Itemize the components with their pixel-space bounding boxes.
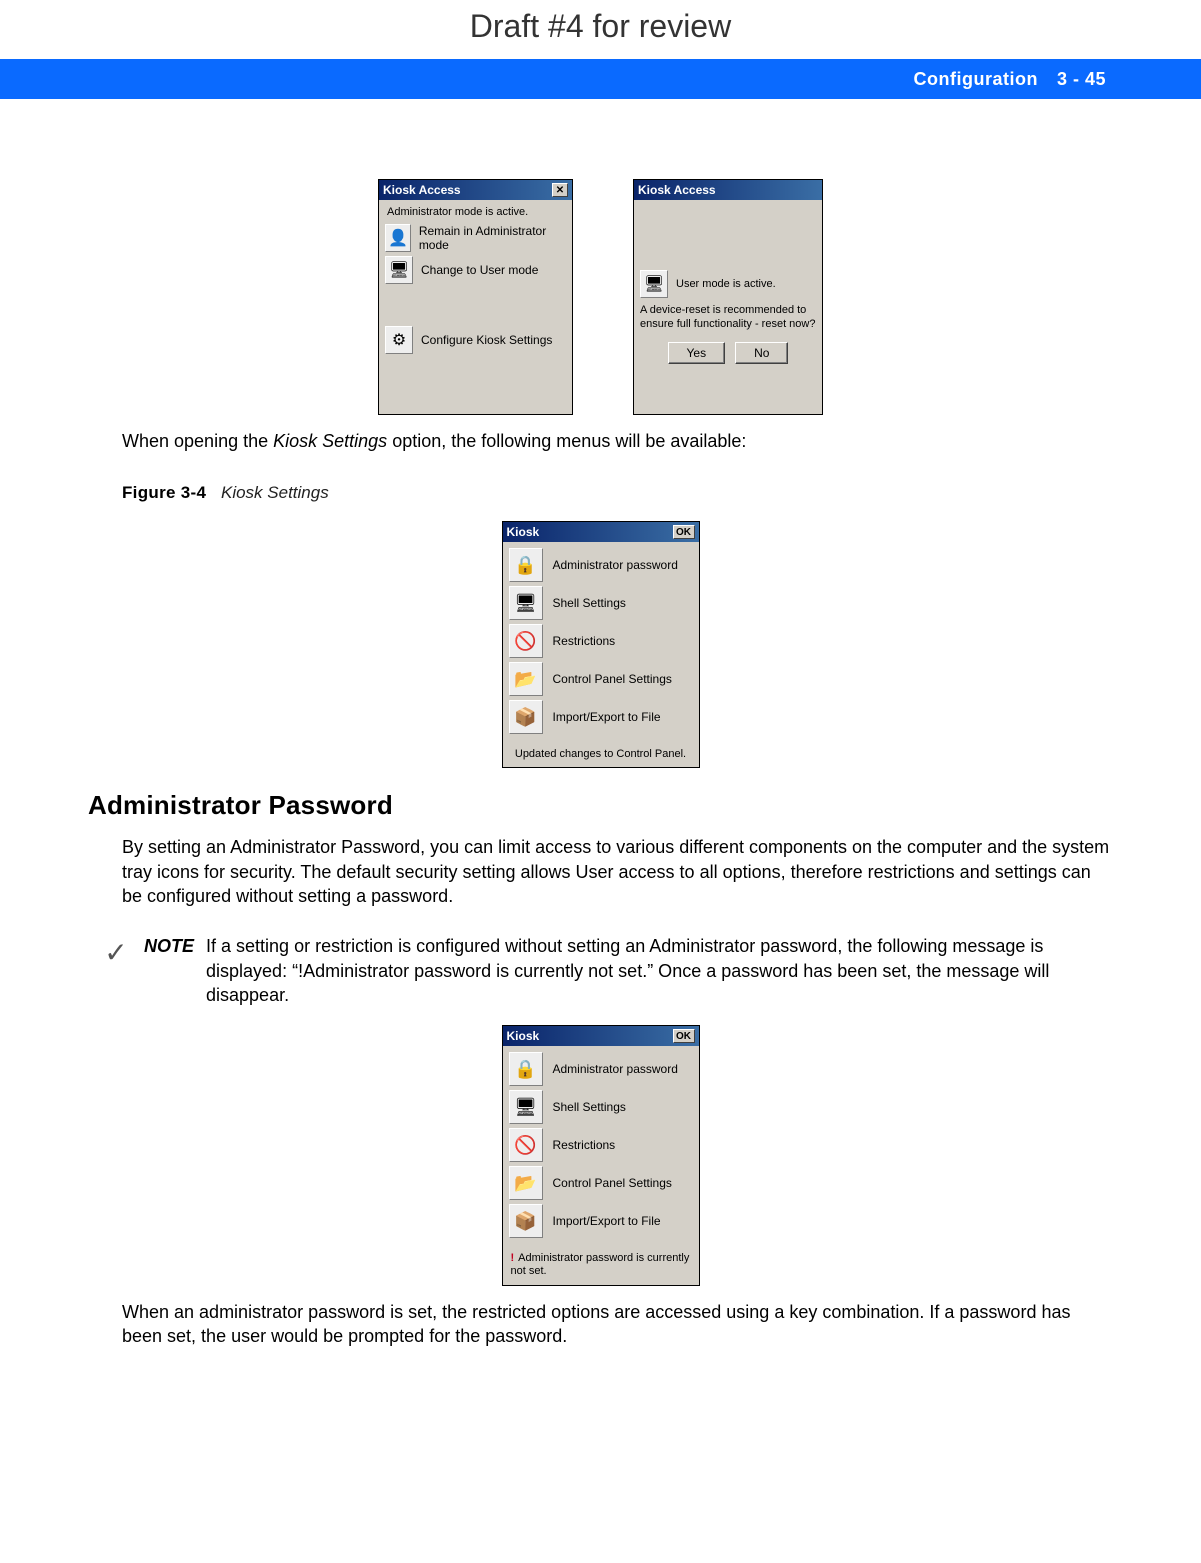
kiosk-settings-menu-warning: Kiosk OK 🔒 Administrator password 🖥 Shel… [502, 1025, 700, 1285]
ok-button[interactable]: OK [673, 1029, 695, 1043]
closing-paragraph: When an administrator password is set, t… [122, 1300, 1113, 1349]
header-page-number: 3 - 45 [1057, 69, 1106, 89]
dialog-message: A device-reset is recommended to ensure … [640, 304, 816, 332]
menu-item-admin-password[interactable]: 🔒 Administrator password [509, 1050, 693, 1088]
menu-item-label: Shell Settings [553, 596, 626, 610]
menu-item-label: Restrictions [553, 634, 616, 648]
gear-icon: ⚙ [385, 326, 413, 354]
dialog-title: Kiosk Access [383, 183, 461, 197]
kiosk-icon: 🖥 [385, 256, 413, 284]
section-paragraph: By setting an Administrator Password, yo… [122, 835, 1113, 908]
note-text: If a setting or restriction is configure… [206, 934, 1113, 1007]
option-remain-admin[interactable]: 👤 Remain in Administrator mode [385, 224, 566, 252]
menu-item-label: Administrator password [553, 1062, 678, 1076]
figure-title: Kiosk Settings [221, 483, 329, 502]
kiosk-settings-menu: Kiosk OK 🔒 Administrator password 🖥 Shel… [502, 521, 700, 768]
dialog-title: Kiosk [507, 1029, 540, 1043]
status-footer: Updated changes to Control Panel. [503, 744, 699, 767]
intro-paragraph: When opening the Kiosk Settings option, … [122, 429, 1113, 453]
header-section: Configuration [914, 69, 1038, 89]
user-mode-status-row: 🖥 User mode is active. [640, 270, 816, 298]
page-header-text: Configuration 3 - 45 [914, 69, 1106, 90]
menu-item-label: Control Panel Settings [553, 672, 672, 686]
menu-item-label: Restrictions [553, 1138, 616, 1152]
menu-item-label: Administrator password [553, 558, 678, 572]
menu-item-admin-password[interactable]: 🔒 Administrator password [509, 546, 693, 584]
kiosk-access-admin-dialog: Kiosk Access ✕ Administrator mode is act… [378, 179, 573, 415]
section-heading: Administrator Password [88, 790, 1113, 821]
menu-item-restrictions[interactable]: 🚫 Restrictions [509, 622, 693, 660]
dialog-titlebar: Kiosk OK [503, 1026, 699, 1046]
import-export-icon: 📦 [509, 1204, 543, 1238]
menu-item-label: Import/Export to File [553, 710, 661, 724]
text-run: option, the following menus will be avai… [387, 431, 746, 451]
folder-icon: 📂 [509, 662, 543, 696]
menu-item-shell-settings[interactable]: 🖥 Shell Settings [509, 584, 693, 622]
person-icon: 👤 [385, 224, 411, 252]
no-button[interactable]: No [735, 342, 788, 364]
menu-item-import-export[interactable]: 📦 Import/Export to File [509, 1202, 693, 1240]
text-emphasis: Kiosk Settings [273, 431, 387, 451]
draft-watermark: Draft #4 for review [0, 0, 1201, 59]
option-label: Configure Kiosk Settings [421, 333, 552, 347]
dialog-title: Kiosk [507, 525, 540, 539]
option-configure-kiosk[interactable]: ⚙ Configure Kiosk Settings [385, 326, 566, 354]
dialog-titlebar: Kiosk Access ✕ [379, 180, 572, 200]
dialog-status-text: Administrator mode is active. [387, 206, 566, 218]
status-footer-warning: !Administrator password is currently not… [503, 1248, 699, 1284]
menu-item-control-panel[interactable]: 📂 Control Panel Settings [509, 660, 693, 698]
yes-button[interactable]: Yes [668, 342, 726, 364]
menu-item-import-export[interactable]: 📦 Import/Export to File [509, 698, 693, 736]
note-block: ✓ NOTE If a setting or restriction is co… [88, 934, 1113, 1007]
figure-caption: Figure 3-4 Kiosk Settings [122, 483, 1113, 503]
option-label: Change to User mode [421, 263, 538, 277]
menu-item-shell-settings[interactable]: 🖥 Shell Settings [509, 1088, 693, 1126]
ok-button[interactable]: OK [673, 525, 695, 539]
text-run: When opening the [122, 431, 273, 451]
shell-icon: 🖥 [509, 1090, 543, 1124]
shell-icon: 🖥 [509, 586, 543, 620]
menu-item-label: Shell Settings [553, 1100, 626, 1114]
dialog-title: Kiosk Access [638, 183, 716, 197]
menu-item-control-panel[interactable]: 📂 Control Panel Settings [509, 1164, 693, 1202]
page-header-bar: Configuration 3 - 45 [0, 59, 1201, 99]
lock-icon: 🔒 [509, 548, 543, 582]
kiosk-icon: 🖥 [640, 270, 668, 298]
kiosk-access-user-dialog: Kiosk Access 🖥 User mode is active. A de… [633, 179, 823, 415]
close-icon[interactable]: ✕ [552, 183, 568, 197]
note-label: NOTE [144, 934, 206, 1007]
restrict-icon: 🚫 [509, 624, 543, 658]
warning-icon: ! [511, 1252, 515, 1264]
menu-item-label: Control Panel Settings [553, 1176, 672, 1190]
check-icon: ✓ [88, 934, 144, 1007]
status-footer-text: Administrator password is currently not … [511, 1252, 690, 1277]
lock-icon: 🔒 [509, 1052, 543, 1086]
folder-icon: 📂 [509, 1166, 543, 1200]
dialog-titlebar: Kiosk Access [634, 180, 822, 200]
figure-number: Figure 3-4 [122, 483, 206, 502]
restrict-icon: 🚫 [509, 1128, 543, 1162]
menu-item-label: Import/Export to File [553, 1214, 661, 1228]
import-export-icon: 📦 [509, 700, 543, 734]
option-change-user[interactable]: 🖥 Change to User mode [385, 256, 566, 284]
dialog-status-text: User mode is active. [676, 278, 776, 290]
dialog-titlebar: Kiosk OK [503, 522, 699, 542]
option-label: Remain in Administrator mode [419, 224, 566, 252]
menu-item-restrictions[interactable]: 🚫 Restrictions [509, 1126, 693, 1164]
